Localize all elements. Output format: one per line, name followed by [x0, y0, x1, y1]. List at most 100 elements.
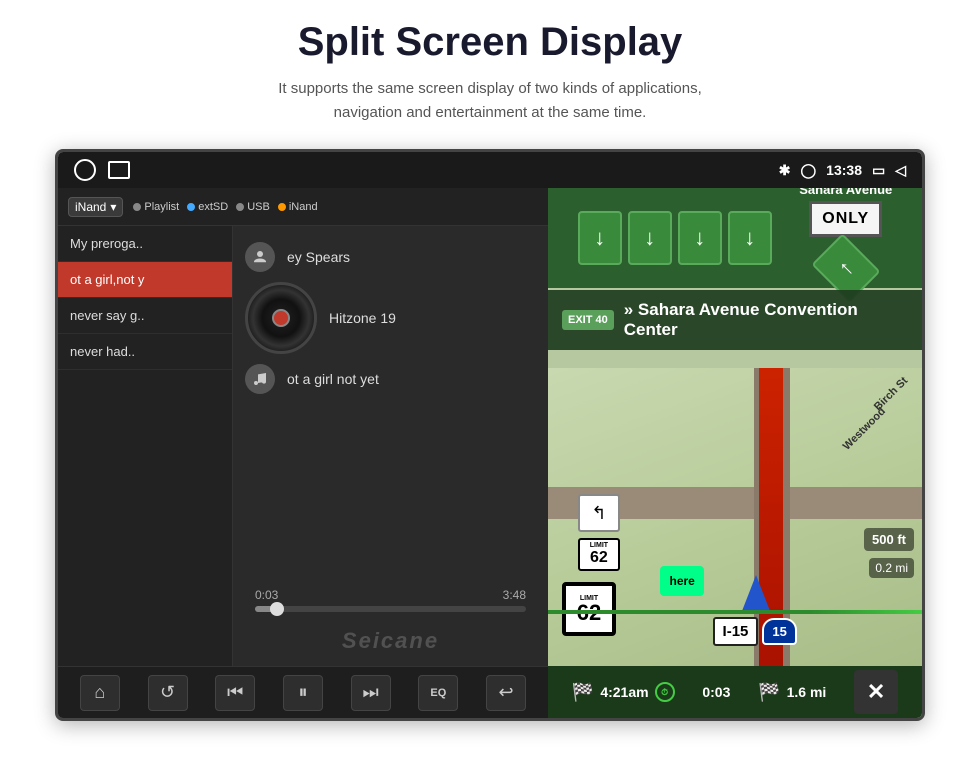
status-bar-right: ✱ ◯ 13:38 ▭ ◁: [779, 162, 906, 179]
page-subtitle: It supports the same screen display of t…: [278, 77, 702, 125]
exit-badge: EXIT 40: [562, 310, 614, 330]
turn-sign: ↰: [578, 494, 620, 532]
eta-arrival: 🏁 4:21am ⏱: [572, 682, 675, 703]
radio-playlist-icon: [133, 203, 141, 211]
eta-distance-value: 1.6 mi: [787, 684, 827, 700]
page-title: Split Screen Display: [298, 20, 683, 65]
road-sign-area: ↰ LIMIT 62: [578, 494, 620, 571]
radio-inand-icon: [278, 203, 286, 211]
source-playlist-label: Playlist: [144, 201, 179, 213]
music-player-panel: iNand ▾ Playlist extSD USB: [58, 188, 548, 718]
eta-arrival-time: 4:21am: [600, 684, 648, 700]
bluetooth-icon: ✱: [779, 162, 791, 179]
dropdown-arrow-icon: ▾: [110, 200, 116, 214]
back-button[interactable]: ↩: [486, 675, 526, 711]
clock-icon: ⏱: [655, 682, 675, 702]
device-frame: ✱ ◯ 13:38 ▭ ◁ iNand ▾ Playlist: [55, 149, 925, 721]
progress-thumb[interactable]: [270, 602, 284, 616]
next-button[interactable]: ⏭: [351, 675, 391, 711]
playlist-item-4[interactable]: never had..: [58, 334, 232, 370]
flag-start-icon: 🏁: [572, 682, 594, 703]
vinyl-disc: [245, 282, 317, 354]
source-bar: iNand ▾ Playlist extSD USB: [58, 188, 548, 226]
distance-to-turn: 0.2 mi: [869, 558, 914, 578]
source-opt-inand[interactable]: iNand: [278, 201, 318, 213]
playlist-sidebar: My preroga.. ot a girl,not y never say g…: [58, 226, 233, 666]
i15-text: I-15: [713, 617, 759, 646]
progress-area: 0:03 3:48: [245, 588, 536, 614]
close-navigation-button[interactable]: ✕: [854, 670, 898, 714]
nav-pointer: [742, 575, 770, 611]
prev-button[interactable]: ⏮: [215, 675, 255, 711]
track-song-row: ot a girl not yet: [245, 364, 536, 394]
exit-instruction: EXIT 40 » Sahara Avenue Convention Cente…: [548, 290, 922, 350]
progress-bar[interactable]: [255, 606, 526, 612]
green-progress-line: [548, 610, 922, 614]
home-circle-icon: [74, 159, 96, 181]
status-bar-left: [74, 159, 130, 181]
playlist-item-3[interactable]: never say g..: [58, 298, 232, 334]
time-current: 0:03: [255, 588, 278, 602]
source-inand-label: iNand: [289, 201, 318, 213]
source-extsd-label: extSD: [198, 201, 228, 213]
watermark: Seicane: [245, 624, 536, 658]
arrow-down-1: ↓: [578, 211, 622, 265]
eta-duration-value: 0:03: [702, 684, 730, 700]
arrow-down-2: ↓: [628, 211, 672, 265]
source-opt-playlist[interactable]: Playlist: [133, 201, 179, 213]
pause-button[interactable]: ⏸: [283, 675, 323, 711]
source-label: iNand: [75, 200, 106, 214]
speed-limit-sign: LIMIT 62: [578, 538, 620, 571]
highway-badge: I-15 15: [713, 617, 797, 646]
navigation-panel: ↓ ↓ ↓ ↓ Sahara Avenue ONLY ↑ EXIT 40 » S…: [548, 188, 922, 718]
image-icon: [108, 161, 130, 179]
time-total: 3:48: [503, 588, 526, 602]
playlist-item-1[interactable]: My preroga..: [58, 226, 232, 262]
direction-arrows: ↓ ↓ ↓ ↓: [578, 211, 772, 265]
speed-sign: LIMIT 62: [562, 582, 616, 636]
eta-bar: 🏁 4:21am ⏱ 0:03 🏁 1.6 mi ✕: [548, 666, 922, 718]
back-icon: ◁: [895, 162, 906, 179]
source-dropdown[interactable]: iNand ▾: [68, 197, 123, 217]
source-opt-extsd[interactable]: extSD: [187, 201, 228, 213]
source-usb-label: USB: [247, 201, 270, 213]
clock-time: 13:38: [826, 162, 862, 178]
split-content: iNand ▾ Playlist extSD USB: [58, 188, 922, 718]
street-label-westwood: Westwood: [841, 405, 888, 452]
distance-remaining: 500 ft: [864, 528, 914, 551]
playlist-item-2[interactable]: ot a girl,not y: [58, 262, 232, 298]
screen-icon: ▭: [872, 162, 885, 179]
eta-duration: 0:03: [702, 684, 730, 700]
highway-sign-top: ↓ ↓ ↓ ↓ Sahara Avenue ONLY ↑: [548, 188, 922, 288]
exit-destination: » Sahara Avenue Convention Center: [624, 300, 908, 340]
song-list: My preroga.. ot a girl,not y never say g…: [58, 226, 548, 666]
progress-times: 0:03 3:48: [255, 588, 526, 602]
flag-end-icon: 🏁: [758, 682, 780, 703]
eta-distance-end: 🏁 1.6 mi: [758, 682, 826, 703]
repeat-button[interactable]: ↺: [148, 675, 188, 711]
arrow-down-4: ↓: [728, 211, 772, 265]
controls-bar: ⌂ ↺ ⏮ ⏸ ⏭ EQ ↩: [58, 666, 548, 718]
music-note-icon: [245, 364, 275, 394]
track-album-label: Hitzone 19: [329, 310, 396, 326]
source-opt-usb[interactable]: USB: [236, 201, 270, 213]
player-main: ey Spears Hitzone 19: [233, 226, 548, 666]
track-artist-row: ey Spears: [245, 242, 536, 272]
eq-button[interactable]: EQ: [418, 675, 458, 711]
artist-icon: [245, 242, 275, 272]
vinyl-center: [272, 309, 290, 327]
track-album-row: Hitzone 19: [245, 282, 536, 354]
only-sign: ONLY: [809, 201, 882, 237]
radio-extsd-icon: [187, 203, 195, 211]
track-song-label: ot a girl not yet: [287, 371, 379, 387]
home-button[interactable]: ⌂: [80, 675, 120, 711]
arrow-down-3: ↓: [678, 211, 722, 265]
map-area: Birch St Westwood ↰ LIMIT 62 here I-15: [548, 368, 922, 666]
here-logo: here: [660, 566, 704, 596]
source-options: Playlist extSD USB iNand: [133, 201, 317, 213]
track-artist-label: ey Spears: [287, 249, 350, 265]
i15-shield: 15: [762, 618, 796, 645]
location-icon: ◯: [801, 162, 817, 179]
status-bar: ✱ ◯ 13:38 ▭ ◁: [58, 152, 922, 188]
radio-usb-icon: [236, 203, 244, 211]
